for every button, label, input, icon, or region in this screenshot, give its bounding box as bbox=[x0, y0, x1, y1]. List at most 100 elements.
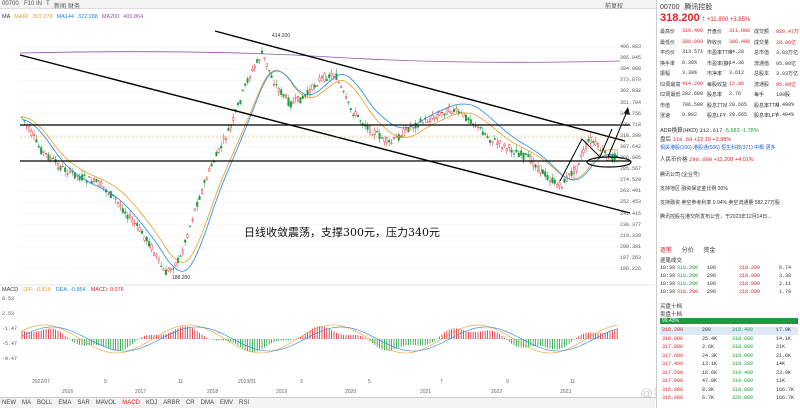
candle-body bbox=[64, 167, 67, 172]
candle-body bbox=[467, 117, 470, 121]
order-book-row: 317.400 13.1K 319.200 14K bbox=[660, 361, 798, 369]
rmb-pct: +4.01% bbox=[734, 157, 754, 163]
candle-body bbox=[337, 82, 340, 84]
candle-body bbox=[191, 219, 194, 221]
macd-tick: -9.47 bbox=[2, 356, 18, 362]
indicator-tab-macd[interactable]: MACD bbox=[122, 400, 140, 406]
candle-body bbox=[222, 137, 225, 140]
candle-body bbox=[489, 139, 492, 143]
news-item[interactable]: 支持融资 卖空参考利率 0.94% 卖空流通量 582.27万股 bbox=[660, 199, 798, 206]
candle-body bbox=[47, 154, 50, 160]
candle-body bbox=[292, 101, 295, 104]
topbar-tab[interactable]: T bbox=[46, 1, 50, 7]
price-tick: 263.491 bbox=[620, 188, 642, 195]
macd-tick: -5.47 bbox=[2, 341, 18, 347]
candle-body bbox=[541, 169, 544, 175]
candle-body bbox=[347, 101, 350, 103]
price-tick: 296.605 bbox=[620, 155, 642, 161]
candle-body bbox=[592, 141, 595, 143]
trade-tab-fund[interactable]: 资金 bbox=[703, 248, 715, 254]
quote-value: 95.08亿 bbox=[776, 60, 797, 67]
candle-body bbox=[273, 83, 276, 86]
quote-label: 换手率 bbox=[660, 60, 676, 67]
chart-area[interactable] bbox=[0, 9, 655, 408]
candle-body bbox=[124, 211, 127, 214]
news-item[interactable]: 腾讯控股在港交所发布公告，于2023年12月14日... bbox=[660, 213, 798, 220]
candle-body bbox=[378, 132, 381, 140]
quote-label: 总市值 bbox=[754, 50, 770, 56]
candle-body bbox=[433, 116, 436, 119]
order-book-row: 316.800 8.3K 319.800 166.7K bbox=[660, 387, 798, 395]
level-price: 319.200 bbox=[739, 265, 761, 271]
topbar-tab[interactable]: F10 bbox=[24, 1, 34, 7]
book-ratio: 99.43% bbox=[662, 318, 679, 324]
candle-body bbox=[33, 134, 36, 136]
order-book-row: 317.000 47.8K 319.600 11K bbox=[660, 378, 798, 386]
candle-body bbox=[256, 59, 259, 63]
news-item[interactable]: 腾讯公司 (企业号) bbox=[660, 171, 798, 178]
trade-volume: 100 bbox=[707, 265, 717, 271]
ask-price: 318.400 bbox=[732, 327, 754, 333]
indicator-tab-ema[interactable]: EMA bbox=[58, 400, 71, 406]
price-tick: 340.756 bbox=[620, 110, 642, 117]
ask-qty: 23.9K bbox=[776, 369, 792, 376]
candle-body bbox=[224, 138, 227, 140]
candle-body bbox=[498, 140, 501, 144]
quote-value: 14.36 bbox=[729, 59, 745, 66]
order-book-row: 317.600 24.3K 319.000 21.6K bbox=[660, 353, 798, 361]
candle-body bbox=[270, 75, 273, 78]
month-tick: 11 bbox=[570, 379, 576, 385]
candle-body bbox=[229, 125, 232, 129]
candle-body bbox=[323, 73, 326, 82]
ma144-value: 322.288 bbox=[77, 14, 98, 20]
candle-body bbox=[23, 120, 26, 122]
candle-body bbox=[186, 234, 189, 238]
candle-body bbox=[210, 163, 213, 167]
candle-body bbox=[287, 97, 290, 106]
indicator-tab-mavol[interactable]: MAVOL bbox=[96, 400, 117, 406]
candle-body bbox=[599, 149, 602, 152]
stock-name: 腾讯控股 bbox=[684, 4, 713, 11]
year-tick: 2019 bbox=[276, 389, 288, 395]
related-links[interactable]: 相关港股(100) 港股通(506) 恒生科技(371) 中概 更多 bbox=[660, 144, 776, 151]
candle-body bbox=[28, 126, 31, 132]
level-qty: 1.79 bbox=[779, 289, 792, 295]
macd-tick: 2.53 bbox=[2, 311, 15, 317]
candle-body bbox=[92, 178, 95, 183]
indicator-tab-dma[interactable]: DMA bbox=[201, 400, 214, 406]
candle-body bbox=[505, 148, 508, 151]
indicator-tab-ma[interactable]: MA bbox=[22, 400, 31, 406]
quote-label: 52周最低 bbox=[660, 92, 681, 98]
candle-body bbox=[285, 95, 288, 98]
candle-body bbox=[126, 214, 129, 219]
indicator-tab-sar[interactable]: SAR bbox=[77, 400, 89, 406]
bid-price: 316.600 bbox=[662, 395, 684, 401]
candle-body bbox=[493, 138, 496, 140]
adr-value: 312.617 bbox=[699, 127, 723, 134]
news-item[interactable]: 支持地区 融资保证金比例 30% bbox=[660, 185, 798, 192]
topbar-code[interactable]: 00700 bbox=[2, 1, 19, 7]
indicator-tab-arbr[interactable]: ARBR bbox=[163, 400, 180, 406]
indicator-tab-new[interactable]: NEW bbox=[2, 400, 16, 406]
topbar-tab[interactable]: IN bbox=[36, 1, 42, 7]
candle-body bbox=[366, 125, 369, 130]
quote-value: 311.000 bbox=[729, 28, 751, 34]
trade-tab-price[interactable]: 分价 bbox=[682, 248, 694, 254]
candle-body bbox=[301, 95, 304, 99]
trade-tab-ticks[interactable]: 逐笔 bbox=[660, 248, 672, 254]
ask-price: 320.000 bbox=[732, 395, 754, 401]
candle-body bbox=[88, 176, 91, 178]
indicator-tab-kdj[interactable]: KDJ bbox=[146, 400, 157, 406]
candle-body bbox=[508, 144, 511, 148]
year-tick: 2022 bbox=[491, 389, 503, 395]
indicator-tab-cr[interactable]: CR bbox=[186, 400, 195, 406]
indicator-tab-boll[interactable]: BOLL bbox=[37, 400, 52, 406]
quote-label: 市净率 bbox=[707, 71, 723, 77]
candlestick-chart[interactable] bbox=[0, 9, 655, 408]
indicator-tab-rsi[interactable]: RSI bbox=[239, 400, 249, 406]
level-price: 318.800 bbox=[739, 281, 761, 287]
trades-title: 逐笔成交 bbox=[660, 258, 683, 264]
bid-qty: 25.4K bbox=[702, 335, 718, 342]
indicator-tab-emv[interactable]: EMV bbox=[220, 400, 233, 406]
trade-time: 10:39 bbox=[660, 265, 676, 271]
